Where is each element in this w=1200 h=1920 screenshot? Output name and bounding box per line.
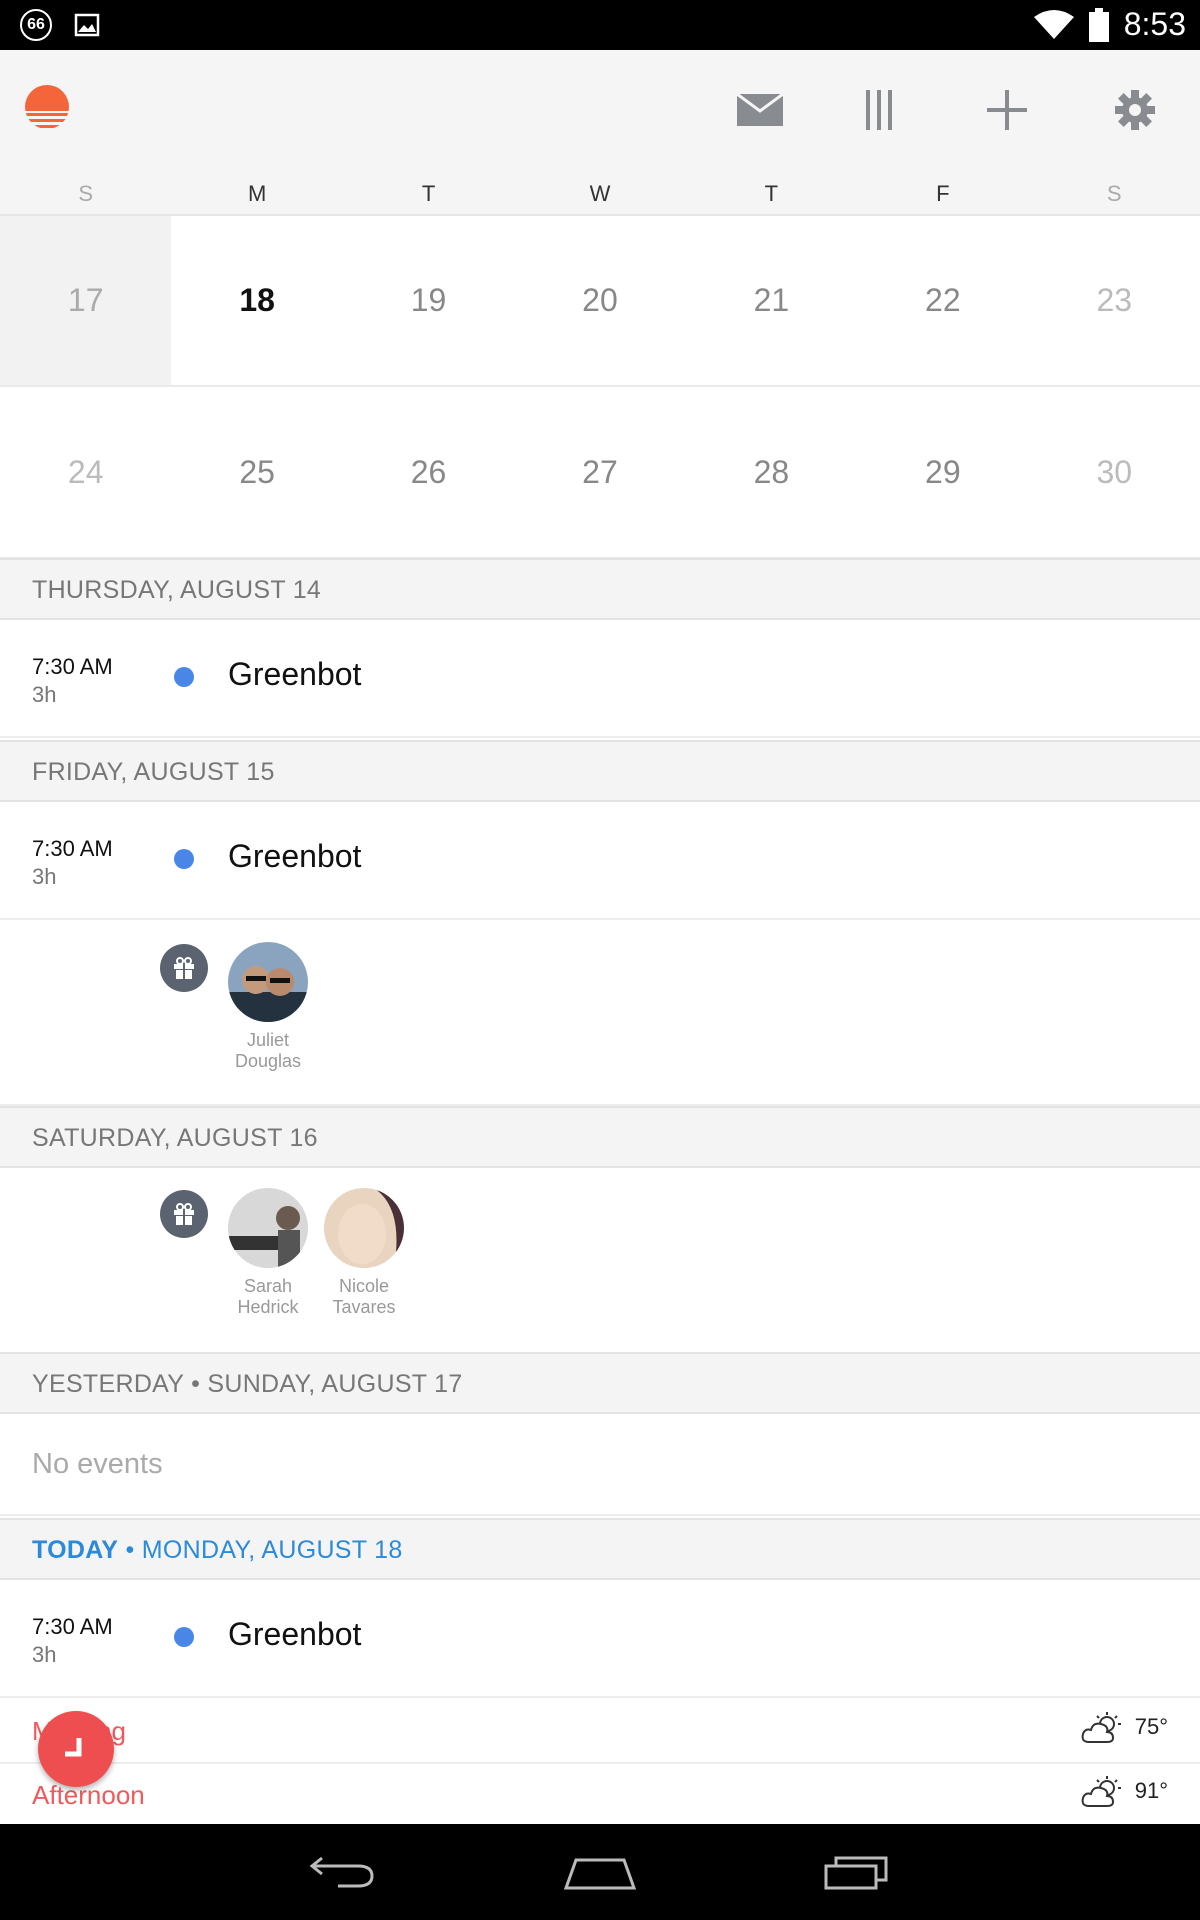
event-time: 7:30 AM bbox=[32, 836, 113, 861]
back-icon bbox=[309, 1856, 374, 1888]
temperature: 75° bbox=[1134, 1714, 1168, 1739]
calendar-day[interactable]: 30 bbox=[1029, 388, 1200, 557]
avatar bbox=[228, 942, 308, 1022]
contact-last-name: Tavares bbox=[332, 1297, 396, 1317]
calendar-day[interactable]: 25 bbox=[171, 388, 342, 557]
contact-last-name: Hedrick bbox=[237, 1297, 299, 1317]
weather: 91° bbox=[1081, 1774, 1168, 1808]
contact-first-name: Juliet bbox=[246, 1030, 290, 1050]
contact-first-name: Sarah bbox=[243, 1276, 293, 1296]
calendar-day[interactable]: 19 bbox=[343, 216, 514, 385]
plus-icon bbox=[987, 90, 1027, 130]
back-button[interactable] bbox=[298, 1842, 388, 1902]
today-label: TODAY bbox=[32, 1536, 119, 1564]
notification-count-icon: 66 bbox=[20, 9, 52, 41]
app-header bbox=[0, 50, 1200, 170]
birthday-contact[interactable]: Juliet Douglas bbox=[223, 942, 313, 1072]
agenda-event[interactable]: 7:30 AM 3h Greenbot bbox=[0, 802, 1200, 920]
wifi-icon bbox=[1033, 9, 1074, 39]
weekday-label: T bbox=[421, 181, 436, 206]
calendar-color-dot bbox=[174, 667, 194, 687]
agenda-day-header: SATURDAY, AUGUST 16 bbox=[0, 1106, 1200, 1168]
weather: 75° bbox=[1081, 1710, 1168, 1744]
weekday-header: S M T W T F S bbox=[0, 170, 1200, 216]
birthday-row: Juliet Douglas bbox=[0, 922, 1200, 1106]
calendar-day[interactable]: 24 bbox=[0, 388, 171, 557]
gift-icon bbox=[160, 944, 208, 992]
home-icon bbox=[563, 1858, 637, 1890]
calendar-day[interactable]: 21 bbox=[686, 216, 857, 385]
agenda-day-header: FRIDAY, AUGUST 15 bbox=[0, 740, 1200, 802]
birthday-contact[interactable]: Nicole Tavares bbox=[319, 1188, 409, 1318]
event-duration: 3h bbox=[32, 1642, 57, 1667]
columns-button[interactable] bbox=[847, 78, 911, 142]
period-row: Afternoon 91° bbox=[0, 1764, 1200, 1828]
calendar-day[interactable]: 26 bbox=[343, 388, 514, 557]
clock: 8:53 bbox=[1123, 6, 1186, 42]
calendar-day[interactable]: 23 bbox=[1029, 216, 1200, 385]
birthday-row: Sarah Hedrick Nicole Tavares bbox=[0, 1168, 1200, 1354]
clock-icon bbox=[65, 1738, 82, 1757]
calendar-color-dot bbox=[174, 849, 194, 869]
event-title: Greenbot bbox=[228, 838, 362, 874]
agenda-day-header-today: TODAY • MONDAY, AUGUST 18 bbox=[0, 1518, 1200, 1580]
temperature: 91° bbox=[1134, 1778, 1168, 1803]
gift-icon bbox=[160, 1190, 208, 1238]
mail-button[interactable] bbox=[728, 78, 792, 142]
calendar-day[interactable]: 29 bbox=[857, 388, 1028, 557]
event-time: 7:30 AM bbox=[32, 1614, 113, 1639]
navigation-bar bbox=[0, 1824, 1200, 1920]
period-row: Morning 75° bbox=[0, 1700, 1200, 1764]
agenda-event[interactable]: 7:30 AM 3h Greenbot bbox=[0, 1580, 1200, 1698]
calendar-day[interactable]: 17 bbox=[0, 216, 172, 385]
recent-apps-button[interactable] bbox=[812, 1842, 902, 1902]
contact-first-name: Nicole bbox=[338, 1276, 390, 1296]
agenda-day-header: YESTERDAY • SUNDAY, AUGUST 17 bbox=[0, 1352, 1200, 1414]
birthday-contact[interactable]: Sarah Hedrick bbox=[223, 1188, 313, 1318]
partly-cloudy-icon bbox=[1081, 1776, 1121, 1807]
avatar bbox=[324, 1188, 404, 1268]
weekday-label: M bbox=[247, 181, 267, 206]
calendar-week-row: 17 18 19 20 21 22 23 bbox=[0, 216, 1200, 387]
jump-to-today-button[interactable] bbox=[38, 1711, 114, 1787]
add-event-button[interactable] bbox=[975, 78, 1039, 142]
weekday-label: W bbox=[589, 181, 611, 206]
partly-cloudy-icon bbox=[1081, 1712, 1121, 1743]
calendar-day[interactable]: 20 bbox=[514, 216, 685, 385]
contact-last-name: Douglas bbox=[234, 1051, 302, 1071]
calendar-day-today[interactable]: 18 bbox=[171, 216, 342, 385]
weekday-label: F bbox=[936, 181, 950, 206]
event-duration: 3h bbox=[32, 682, 57, 707]
event-title: Greenbot bbox=[228, 1616, 362, 1652]
avatar bbox=[228, 1188, 308, 1268]
weekday-label: S bbox=[78, 181, 94, 206]
calendar-week-row: 24 25 26 27 28 29 30 bbox=[0, 388, 1200, 559]
calendar-day[interactable]: 28 bbox=[686, 388, 857, 557]
weekday-label: T bbox=[764, 181, 779, 206]
weekday-label: S bbox=[1106, 181, 1122, 206]
calendar-color-dot bbox=[174, 1627, 194, 1647]
sunrise-logo-icon bbox=[25, 85, 69, 128]
event-duration: 3h bbox=[32, 864, 57, 889]
agenda-day-header: THURSDAY, AUGUST 14 bbox=[0, 558, 1200, 620]
battery-icon bbox=[1088, 7, 1109, 42]
settings-button[interactable] bbox=[1103, 78, 1167, 142]
today-date-label: • MONDAY, AUGUST 18 bbox=[118, 1536, 403, 1564]
mail-icon bbox=[737, 94, 783, 126]
recent-apps-icon bbox=[824, 1856, 888, 1890]
calendar-day[interactable]: 27 bbox=[514, 388, 685, 557]
image-icon bbox=[74, 13, 100, 37]
columns-icon bbox=[866, 90, 892, 130]
status-bar: 66 8:53 bbox=[0, 0, 1200, 50]
no-events-label: No events bbox=[0, 1414, 1200, 1516]
event-time: 7:30 AM bbox=[32, 654, 113, 679]
calendar-day[interactable]: 22 bbox=[857, 216, 1028, 385]
home-button[interactable] bbox=[555, 1842, 645, 1902]
agenda-event[interactable]: 7:30 AM 3h Greenbot bbox=[0, 620, 1200, 738]
gear-icon bbox=[1115, 90, 1155, 130]
event-title: Greenbot bbox=[228, 656, 362, 692]
